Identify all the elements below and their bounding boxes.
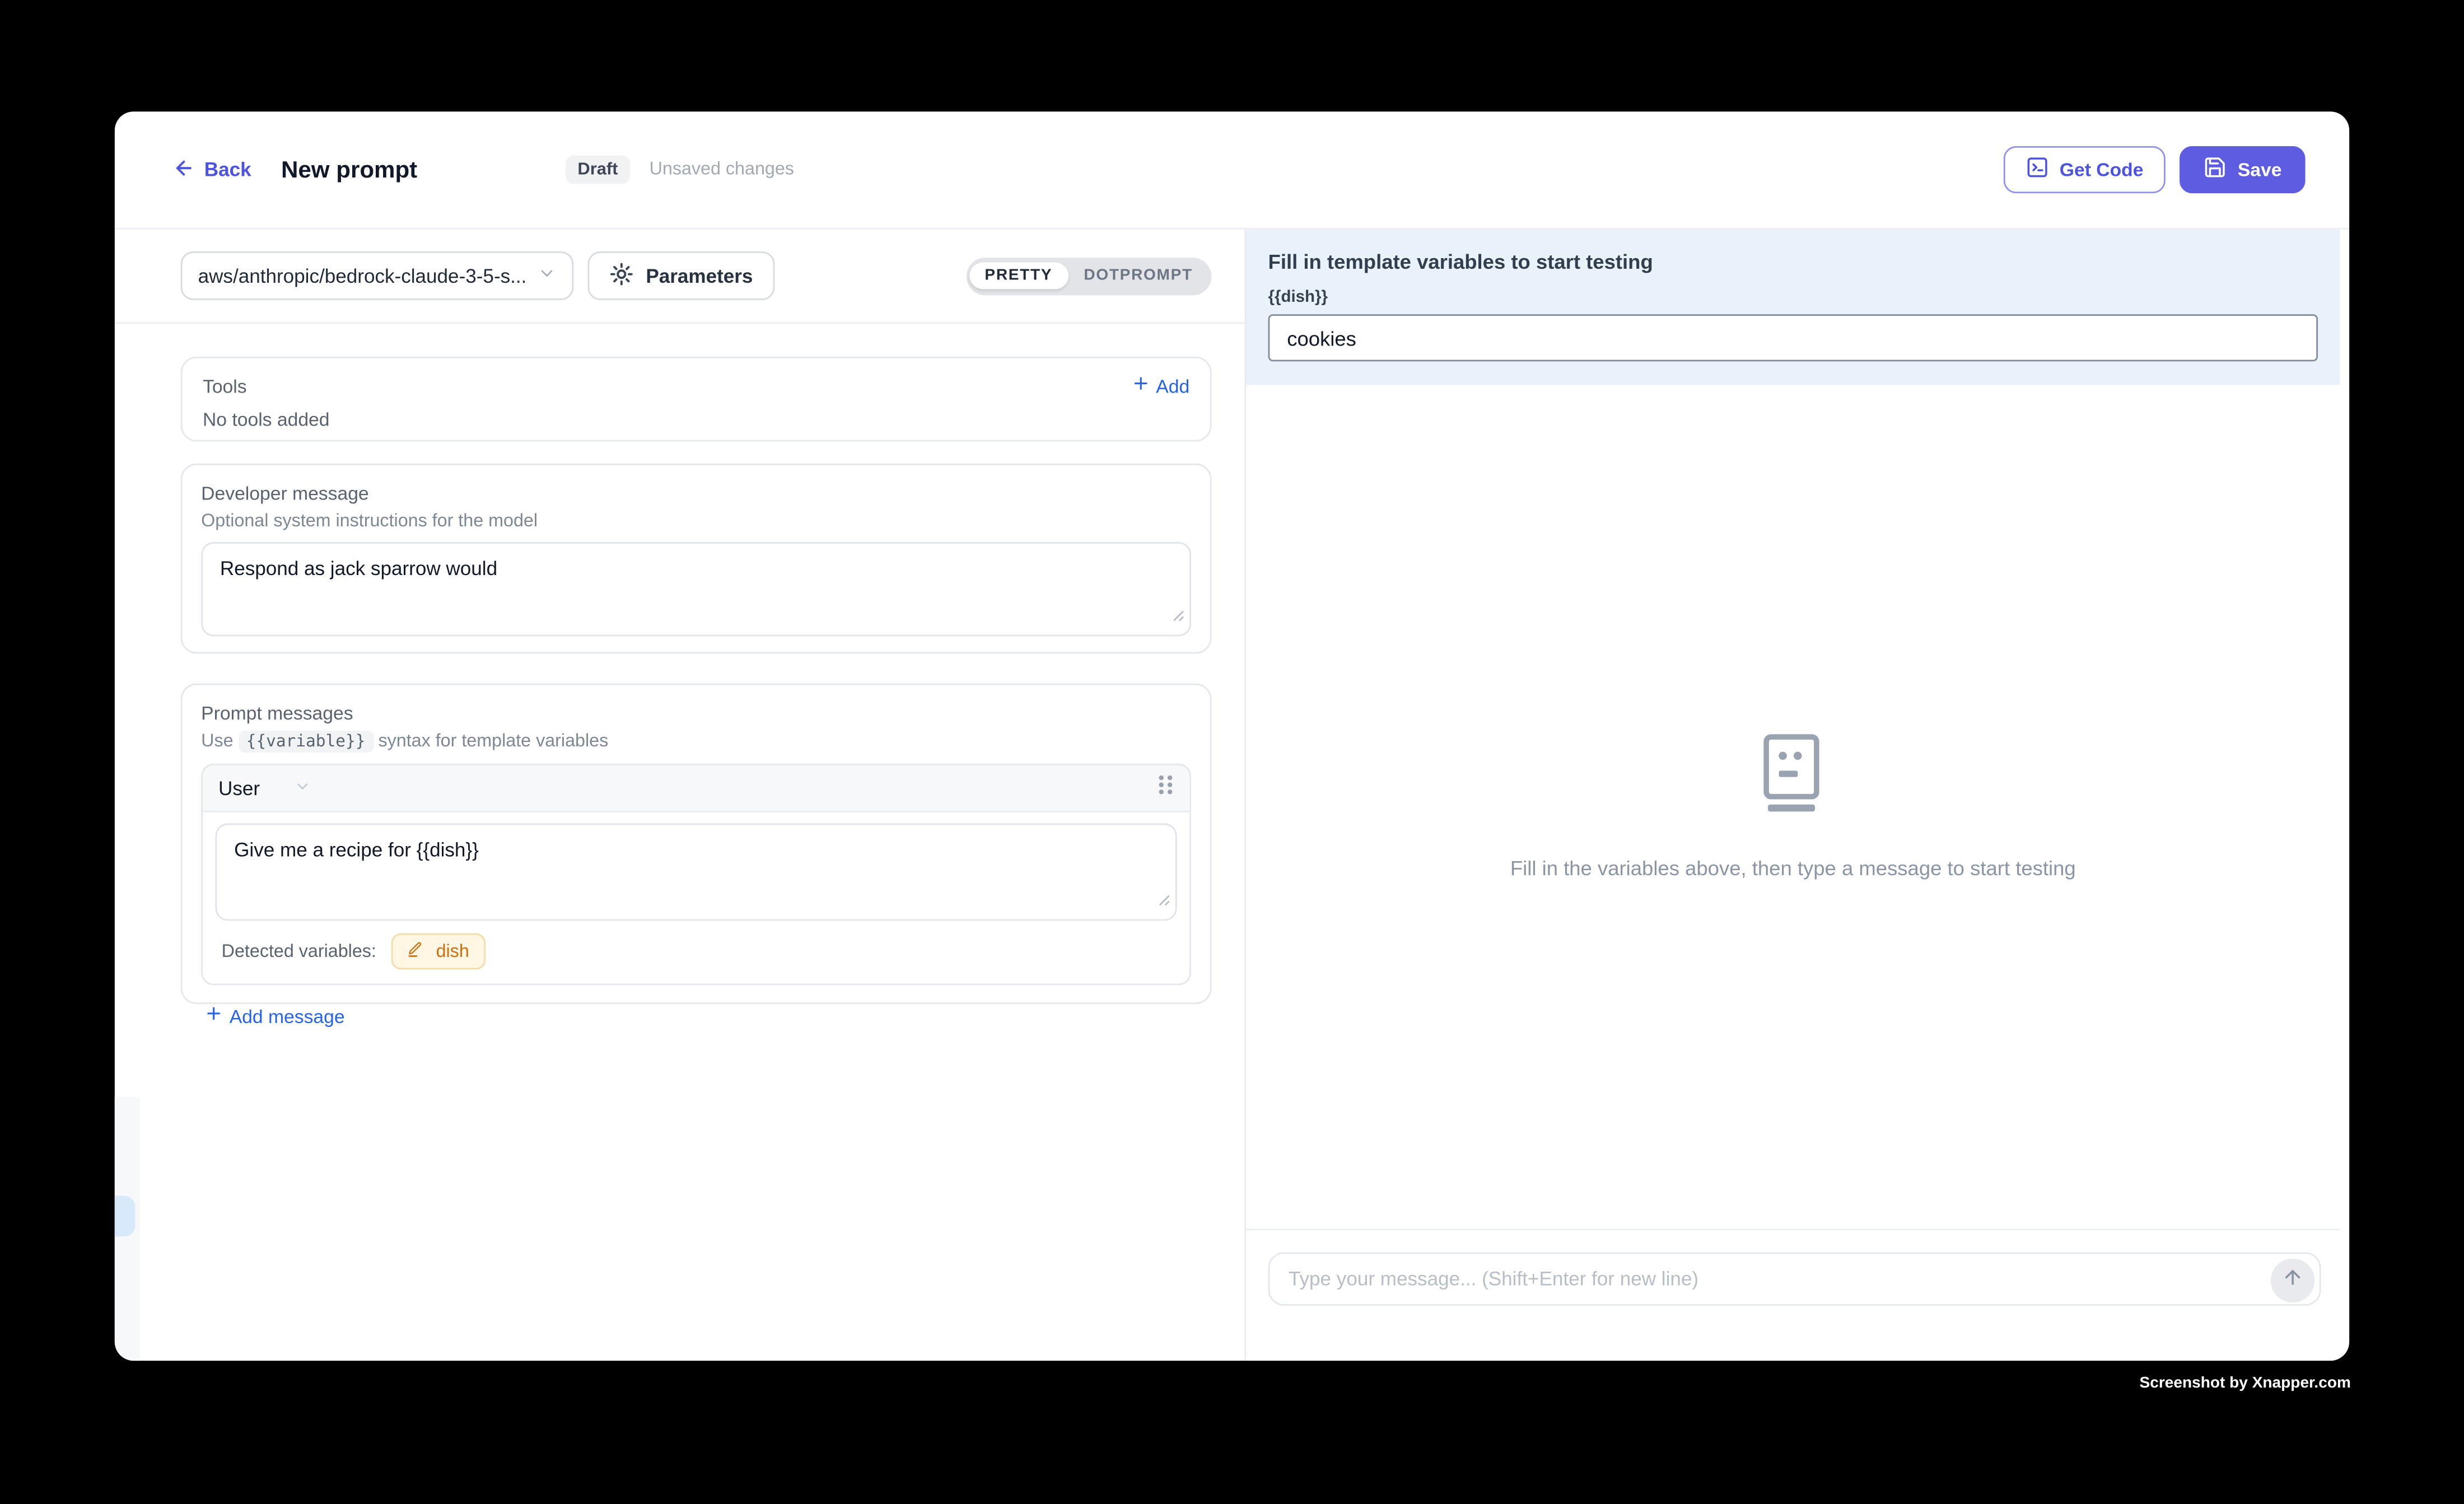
chat-empty-area: Fill in the variables above, then type a… <box>1246 385 2340 1229</box>
unsaved-changes-label: Unsaved changes <box>650 160 794 179</box>
terminal-icon <box>2025 156 2048 184</box>
main-split: aws/anthropic/bedrock-claude-3-5-s... <box>115 230 2349 1361</box>
prompt-messages-card: Prompt messages Use {{variable}} syntax … <box>181 684 1212 1004</box>
add-message-label: Add message <box>230 1005 345 1027</box>
add-tool-button[interactable]: Add <box>1131 374 1189 398</box>
plus-icon <box>204 1004 223 1027</box>
role-value: User <box>218 777 260 799</box>
model-selector[interactable]: aws/anthropic/bedrock-claude-3-5-s... <box>181 251 574 300</box>
toggle-pretty[interactable]: PRETTY <box>969 263 1068 289</box>
tools-card: Tools Add No tools added <box>181 357 1212 442</box>
get-code-button[interactable]: Get Code <box>2003 146 2166 193</box>
detected-variables-row: Detected variables: dish <box>222 933 1177 970</box>
developer-message-subtitle: Optional system instructions for the mod… <box>201 512 1191 531</box>
variable-name-label: {{dish}} <box>1268 288 2318 307</box>
header: Back New prompt Draft Unsaved changes Ge… <box>115 111 2349 229</box>
tools-empty-text: No tools added <box>203 409 1189 431</box>
fill-title: Fill in template variables to start test… <box>1268 250 2318 273</box>
parameters-label: Parameters <box>646 265 753 287</box>
back-button[interactable]: Back <box>173 156 251 183</box>
developer-message-card: Developer message Optional system instru… <box>181 464 1212 654</box>
message-block: User Give me a recipe for {{ <box>201 764 1191 985</box>
view-toggle: PRETTY DOTPROMPT <box>966 257 1212 295</box>
status-badge: Draft <box>565 156 631 184</box>
add-tool-label: Add <box>1156 375 1189 396</box>
variable-syntax-chip: {{variable}} <box>239 731 374 753</box>
resize-grip-icon[interactable] <box>1172 602 1184 630</box>
message-textarea-wrap: Give me a recipe for {{dish}} <box>215 823 1177 921</box>
chevron-down-icon <box>538 261 557 290</box>
role-selector[interactable]: User <box>218 777 312 799</box>
variable-chip-label: dish <box>436 942 469 961</box>
drag-handle-icon[interactable] <box>1156 772 1174 804</box>
editor-pane: aws/anthropic/bedrock-claude-3-5-s... <box>115 230 1245 1361</box>
subtitle-suffix: syntax for template variables <box>378 732 608 751</box>
subtitle-prefix: Use <box>201 732 233 751</box>
screenshot-stage: Back New prompt Draft Unsaved changes Ge… <box>0 0 2464 1503</box>
save-icon <box>2203 156 2227 184</box>
variable-value-input[interactable] <box>1268 314 2318 361</box>
developer-message-textarea-wrap: Respond as jack sparrow would <box>201 542 1191 636</box>
arrow-up-icon <box>2281 1265 2303 1295</box>
gear-icon <box>610 261 633 290</box>
empty-state-text: Fill in the variables above, then type a… <box>1510 856 2076 880</box>
variable-chip-dish[interactable]: dish <box>392 933 485 970</box>
pencil-icon <box>408 940 427 963</box>
save-button[interactable]: Save <box>2180 146 2306 193</box>
divider <box>115 322 1245 324</box>
model-selector-value: aws/anthropic/bedrock-claude-3-5-s... <box>198 265 525 287</box>
developer-message-title: Developer message <box>201 482 1191 504</box>
message-textarea[interactable]: Give me a recipe for {{dish}} <box>217 825 1175 919</box>
detected-variables-label: Detected variables: <box>222 942 376 961</box>
message-header: User <box>203 765 1189 812</box>
developer-message-textarea[interactable]: Respond as jack sparrow would <box>203 544 1189 635</box>
toggle-dotprompt[interactable]: DOTPROMPT <box>1068 263 1208 289</box>
chat-message-input[interactable] <box>1270 1268 2319 1290</box>
tester-pane: Fill in template variables to start test… <box>1244 230 2340 1361</box>
app-window: Back New prompt Draft Unsaved changes Ge… <box>115 111 2349 1361</box>
collapsed-sidebar-active-item <box>115 1195 134 1236</box>
add-message-button[interactable]: Add message <box>204 1004 1191 1027</box>
chat-input-bar <box>1246 1229 2340 1361</box>
variable-fill-section: Fill in template variables to start test… <box>1246 230 2340 385</box>
arrow-left-icon <box>173 156 195 183</box>
prompt-messages-subtitle: Use {{variable}} syntax for template var… <box>201 732 1191 751</box>
header-actions: Get Code Save <box>2003 146 2306 193</box>
parameters-button[interactable]: Parameters <box>587 251 774 300</box>
model-row: aws/anthropic/bedrock-claude-3-5-s... <box>115 230 1245 300</box>
plus-icon <box>1131 374 1150 398</box>
send-button[interactable] <box>2271 1259 2315 1303</box>
resize-grip-icon[interactable] <box>1158 886 1170 915</box>
chevron-down-icon <box>295 777 312 799</box>
screenshot-watermark: Screenshot by Xnapper.com <box>2140 1375 2351 1392</box>
chat-input-box <box>1268 1252 2321 1305</box>
prompt-messages-title: Prompt messages <box>201 702 1191 724</box>
back-label: Back <box>204 158 251 180</box>
bot-face-icon <box>1762 734 1824 820</box>
message-body: Give me a recipe for {{dish}} Detected v… <box>203 812 1189 984</box>
page-title: New prompt <box>281 156 417 183</box>
get-code-label: Get Code <box>2060 158 2144 180</box>
save-label: Save <box>2238 158 2282 180</box>
tools-title: Tools <box>203 375 247 396</box>
